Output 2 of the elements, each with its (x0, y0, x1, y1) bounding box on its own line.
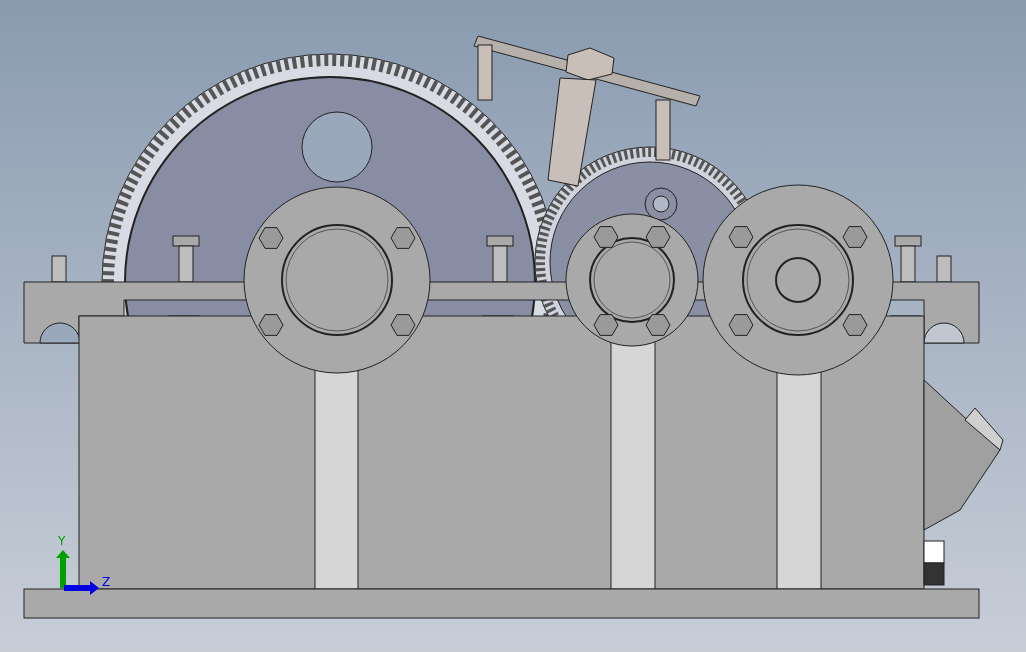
axis-label: Y (58, 534, 66, 548)
axis-label: Z (102, 575, 111, 589)
